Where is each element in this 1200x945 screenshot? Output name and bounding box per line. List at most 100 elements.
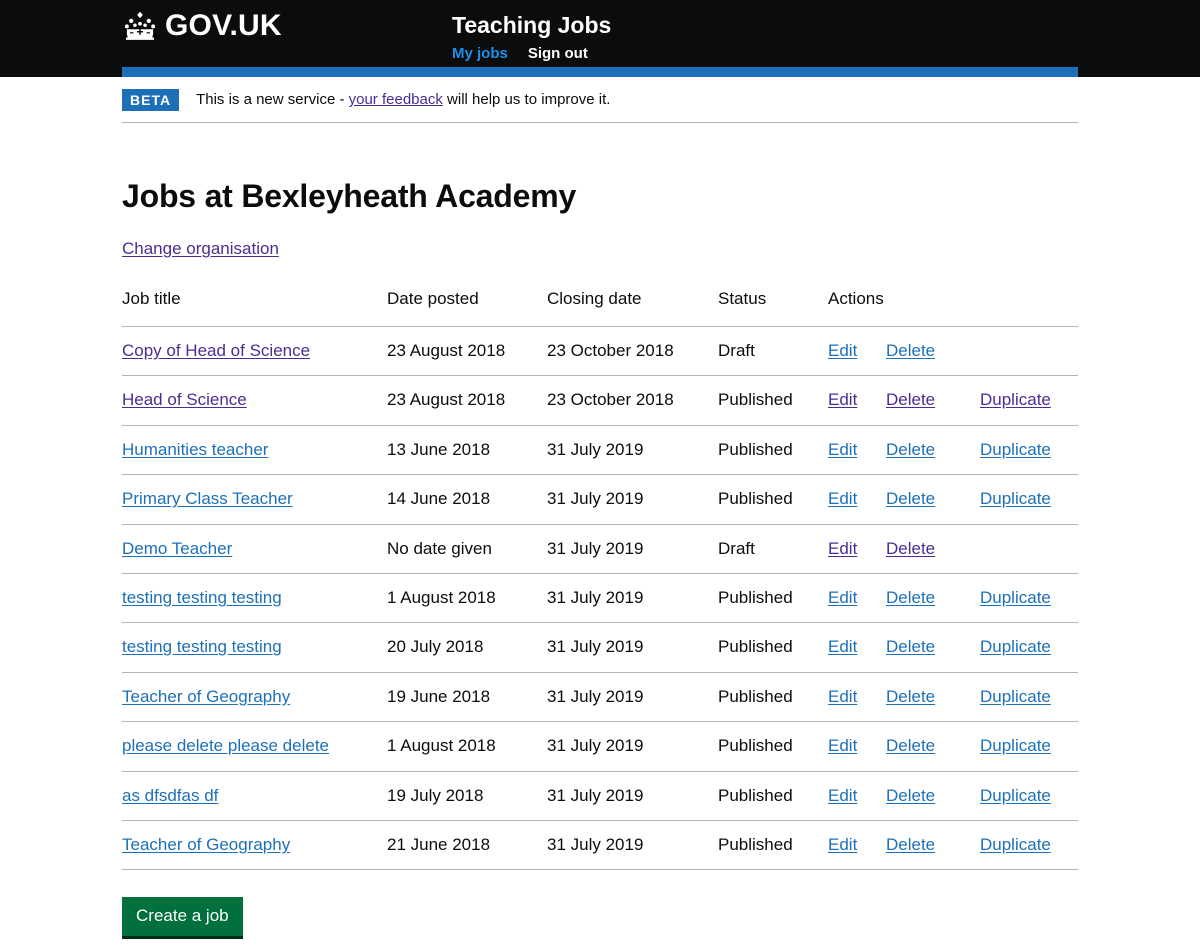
edit-link[interactable]: Edit [828,786,886,806]
table-row: as dfsdfas df 19 July 2018 31 July 2019 Pub… [122,771,1078,821]
delete-link[interactable]: Delete [886,786,980,806]
jobs-table-body: Copy of Head of Science 23 August 2018 23 … [122,326,1078,871]
edit-link[interactable]: Edit [828,588,886,608]
delete-link[interactable]: Delete [886,341,980,361]
nav-item-my-jobs[interactable]: My jobs [452,45,508,62]
duplicate-link[interactable]: Duplicate [980,687,1051,707]
page-container: BETA This is a new service - your feedba… [122,77,1078,939]
duplicate-link[interactable]: Duplicate [980,786,1051,806]
delete-link[interactable]: Delete [886,440,980,460]
job-title-link[interactable]: please delete please delete [122,736,329,755]
delete-link[interactable]: Delete [886,539,980,559]
edit-link[interactable]: Edit [828,390,886,410]
table-row: please delete please delete 1 August 2018… [122,721,1078,772]
change-organisation-link[interactable]: Change organisation [122,239,279,259]
duplicate-link[interactable]: Duplicate [980,489,1051,509]
cell-status: Published [718,622,828,673]
cell-job-title: testing testing testing [122,573,387,624]
actions-group: Edit Delete Duplicate [828,588,1078,608]
job-title-link[interactable]: Copy of Head of Science [122,341,310,360]
job-title-link[interactable]: Humanities teacher [122,440,268,459]
delete-link[interactable]: Delete [886,736,980,756]
cell-date-posted: 23 August 2018 [387,326,547,377]
duplicate-link[interactable]: Duplicate [980,637,1051,657]
govuk-brand-text: GOV.UK [165,9,282,42]
cell-status: Published [718,721,828,772]
edit-link[interactable]: Edit [828,835,886,855]
cell-job-title: Copy of Head of Science [122,326,387,377]
header-accent-bar [122,67,1078,77]
cell-date-posted: 23 August 2018 [387,375,547,426]
table-row: Copy of Head of Science 23 August 2018 23 … [122,326,1078,377]
actions-group: Edit Delete Duplicate [828,786,1078,806]
cell-job-title: Teacher of Geography [122,820,387,871]
cell-closing-date: 23 October 2018 [547,326,718,377]
delete-link[interactable]: Delete [886,835,980,855]
edit-link[interactable]: Edit [828,637,886,657]
table-row: Primary Class Teacher 14 June 2018 31 July… [122,474,1078,525]
delete-link[interactable]: Delete [886,637,980,657]
delete-link[interactable]: Delete [886,489,980,509]
cell-job-title: testing testing testing [122,622,387,673]
edit-link[interactable]: Edit [828,539,886,559]
job-title-link[interactable]: Teacher of Geography [122,687,290,706]
job-title-link[interactable]: Teacher of Geography [122,835,290,854]
delete-link[interactable]: Delete [886,588,980,608]
cell-actions: Edit Delete Duplicate [828,622,1078,673]
nav-item-sign-out[interactable]: Sign out [528,45,588,62]
table-row: testing testing testing 1 August 2018 31 J… [122,573,1078,624]
duplicate-link[interactable]: Duplicate [980,390,1051,410]
cell-date-posted: 19 July 2018 [387,771,547,821]
table-header-row: Job title Date posted Closing date Statu… [122,288,1078,327]
job-title-link[interactable]: Primary Class Teacher [122,489,293,508]
job-title-link[interactable]: Head of Science [122,390,247,409]
job-title-link[interactable]: testing testing testing [122,637,282,656]
column-header-closing-date: Closing date [547,288,718,327]
cell-actions: Edit Delete [828,326,1078,377]
job-title-link[interactable]: as dfsdfas df [122,786,218,805]
actions-group: Edit Delete [828,539,1078,559]
actions-group: Edit Delete Duplicate [828,687,1078,707]
edit-link[interactable]: Edit [828,440,886,460]
cell-job-title: Head of Science [122,375,387,426]
cell-job-title: Primary Class Teacher [122,474,387,525]
duplicate-link[interactable]: Duplicate [980,835,1051,855]
cell-job-title: Demo Teacher [122,524,387,574]
column-header-actions: Actions [828,288,1078,327]
duplicate-link[interactable]: Duplicate [980,736,1051,756]
cell-actions: Edit Delete Duplicate [828,721,1078,772]
cell-closing-date: 31 July 2019 [547,474,718,525]
cell-closing-date: 31 July 2019 [547,721,718,772]
actions-group: Edit Delete Duplicate [828,489,1078,509]
delete-link[interactable]: Delete [886,390,980,410]
cell-closing-date: 31 July 2019 [547,820,718,871]
column-header-date-posted: Date posted [387,288,547,327]
delete-link[interactable]: Delete [886,687,980,707]
actions-group: Edit Delete Duplicate [828,440,1078,460]
edit-link[interactable]: Edit [828,687,886,707]
actions-group: Edit Delete Duplicate [828,736,1078,756]
cell-closing-date: 31 July 2019 [547,524,718,574]
job-title-link[interactable]: Demo Teacher [122,539,232,558]
job-title-link[interactable]: testing testing testing [122,588,282,607]
column-header-status: Status [718,288,828,327]
cell-closing-date: 31 July 2019 [547,672,718,723]
govuk-logo-link[interactable]: GOV.UK [122,11,282,41]
edit-link[interactable]: Edit [828,341,886,361]
create-a-job-button[interactable]: Create a job [122,897,243,939]
cell-status: Draft [718,524,828,574]
actions-group: Edit Delete Duplicate [828,835,1078,855]
cell-closing-date: 31 July 2019 [547,622,718,673]
feedback-link[interactable]: your feedback [349,91,443,108]
duplicate-link[interactable]: Duplicate [980,440,1051,460]
cell-date-posted: 1 August 2018 [387,721,547,772]
jobs-table: Job title Date posted Closing date Statu… [122,288,1078,871]
duplicate-link[interactable]: Duplicate [980,588,1051,608]
phase-text-after: will help us to improve it. [442,91,611,109]
edit-link[interactable]: Edit [828,736,886,756]
cell-date-posted: 1 August 2018 [387,573,547,624]
service-block: Teaching Jobs My jobs Sign out [452,12,611,62]
page-title: Jobs at Bexleyheath Academy [122,177,577,214]
actions-group: Edit Delete Duplicate [828,637,1078,657]
edit-link[interactable]: Edit [828,489,886,509]
